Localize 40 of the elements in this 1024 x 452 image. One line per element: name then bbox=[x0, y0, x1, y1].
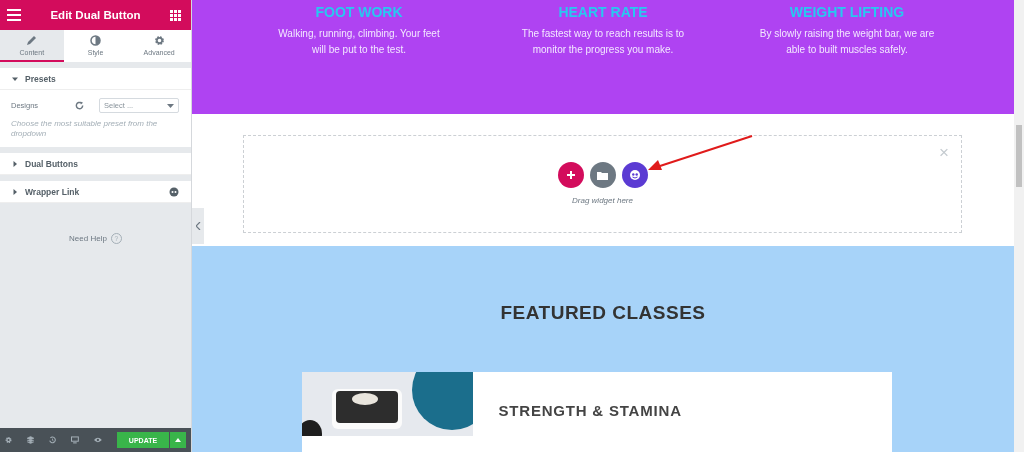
feature-text: By slowly raising the weight bar, we are able to built muscles safely. bbox=[758, 27, 936, 57]
update-options-button[interactable] bbox=[170, 432, 186, 448]
collapse-handle[interactable] bbox=[192, 208, 204, 244]
pencil-icon bbox=[26, 34, 38, 46]
section-header[interactable]: Dual Buttons bbox=[0, 153, 191, 175]
caret-icon bbox=[12, 75, 18, 82]
chevron-icon bbox=[195, 222, 201, 230]
section-header[interactable]: Presets bbox=[0, 68, 191, 90]
feature-text: Walking, running, climbing. Your feet will be put to the test. bbox=[277, 27, 441, 57]
layers-icon[interactable] bbox=[27, 435, 35, 445]
scrollbar[interactable] bbox=[1014, 0, 1024, 452]
caret-icon bbox=[167, 103, 174, 108]
feature-title: WEIGHT LIFTING bbox=[788, 4, 906, 20]
folder-icon bbox=[597, 170, 608, 180]
feature-text: The fastest way to reach results is to monitor the progress you make. bbox=[520, 27, 686, 57]
gear-icon bbox=[153, 34, 165, 46]
plus-icon bbox=[565, 170, 576, 181]
smiley-icon bbox=[628, 169, 641, 182]
feature-title: FOOT WORK bbox=[314, 4, 404, 20]
history-icon[interactable] bbox=[49, 435, 57, 445]
monitor-icon[interactable] bbox=[71, 435, 80, 445]
grid-icon[interactable] bbox=[170, 9, 181, 21]
field-hint: Choose the most suitable preset from the dropdown bbox=[11, 119, 159, 139]
caret-icon bbox=[12, 188, 18, 195]
contrast-icon bbox=[90, 34, 101, 46]
add-section-button[interactable] bbox=[557, 162, 584, 189]
eye-icon[interactable] bbox=[94, 436, 102, 444]
drop-hint: Drag widget here bbox=[572, 196, 633, 206]
card-title: STRENGTH & STAMINA bbox=[498, 402, 682, 419]
settings-icon[interactable] bbox=[5, 435, 13, 445]
section-heading: FEATURED CLASSES bbox=[500, 302, 706, 324]
reset-icon[interactable] bbox=[75, 101, 84, 110]
feature-title: HEART RATE bbox=[557, 4, 649, 20]
template-button[interactable] bbox=[589, 162, 616, 189]
section-header[interactable]: Wrapper Link bbox=[0, 181, 191, 203]
caret-icon bbox=[12, 160, 18, 167]
menu-icon[interactable] bbox=[7, 9, 21, 21]
addon-button[interactable] bbox=[621, 162, 648, 189]
caret-icon bbox=[175, 438, 181, 442]
panel-title: Edit Dual Button bbox=[50, 9, 141, 21]
